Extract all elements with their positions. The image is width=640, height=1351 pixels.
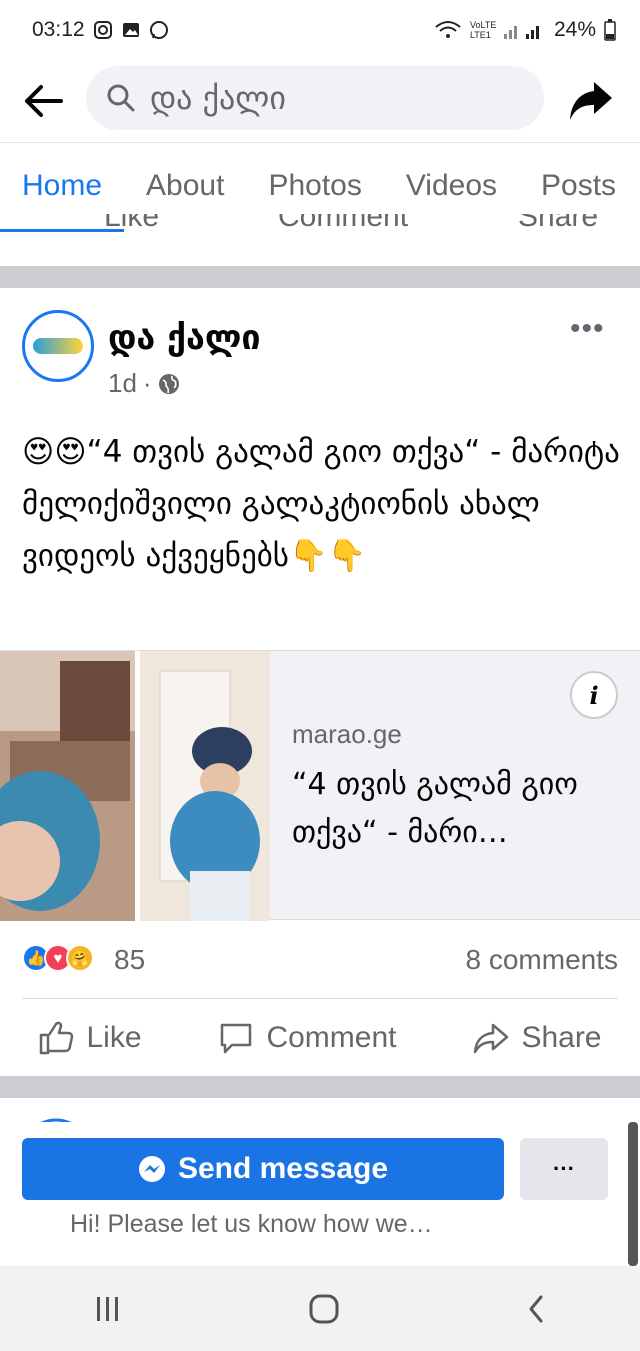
link-thumbnail xyxy=(0,651,270,921)
more-options-button[interactable]: ··· xyxy=(520,1138,608,1200)
feed-divider-2 xyxy=(0,1076,640,1098)
wifi-icon xyxy=(435,21,461,38)
status-time: 03:12 xyxy=(32,18,85,41)
network-label: VoLTE LTE1 xyxy=(469,20,497,40)
care-reaction-icon: 🤗 xyxy=(66,944,94,972)
comments-count[interactable]: 8 comments xyxy=(466,944,619,976)
system-nav-bar xyxy=(0,1266,640,1351)
post-text: 😍😍“4 თვის გალამ გიო თქვა“ - მარიტა მელიქ… xyxy=(22,434,620,574)
status-bar: 03:12 VoLTE LTE1 24% xyxy=(0,0,640,60)
share-button[interactable]: Share xyxy=(473,1021,602,1055)
previous-post-actions: Like Comment Share xyxy=(0,214,640,244)
share-arrow-icon xyxy=(474,1023,509,1054)
home-icon[interactable] xyxy=(308,1293,340,1325)
prev-share-label[interactable]: Share xyxy=(518,214,598,234)
info-icon[interactable]: i xyxy=(570,671,618,719)
post-time[interactable]: 1d xyxy=(108,368,137,399)
reactions-row: 👍 ♥ 🤗 85 8 comments xyxy=(0,920,640,998)
post-actions: Like Comment Share xyxy=(0,1000,640,1076)
back-button[interactable] xyxy=(20,78,66,124)
signal-icon xyxy=(503,26,539,39)
message-hint[interactable]: Hi! Please let us know how we… xyxy=(70,1210,433,1239)
like-label: Like xyxy=(86,1021,142,1054)
post-header: და ქალი 1d · ••• xyxy=(0,288,640,418)
whatsapp-icon xyxy=(149,21,168,39)
share-icon[interactable] xyxy=(566,76,616,126)
battery-percent: 24% xyxy=(553,18,596,41)
messenger-icon xyxy=(138,1156,165,1182)
prev-comment-label[interactable]: Comment xyxy=(278,214,408,234)
instagram-icon xyxy=(93,21,112,39)
comment-icon xyxy=(221,1023,252,1054)
share-label: Share xyxy=(521,1021,602,1054)
arrow-left-icon xyxy=(25,85,63,117)
gallery-icon xyxy=(122,23,139,37)
thumbs-up-icon xyxy=(40,1021,74,1055)
search-icon xyxy=(107,84,135,112)
send-message-label: Send message xyxy=(177,1152,389,1185)
page-name[interactable]: და ქალი xyxy=(108,318,261,358)
link-domain: marao.ge xyxy=(292,719,402,749)
post-meta: 1d · xyxy=(108,368,180,399)
search-query: და ქალი xyxy=(150,79,286,117)
link-title: “4 თვის გალამ გიო თქვა“ - მარი… xyxy=(292,767,578,850)
like-button[interactable]: Like xyxy=(38,1021,142,1055)
page-avatar[interactable] xyxy=(22,310,94,382)
message-bar: Send message ··· Hi! Please let us know … xyxy=(0,1122,640,1266)
send-message-button[interactable]: Send message xyxy=(22,1138,504,1200)
reactions-count[interactable]: 85 xyxy=(114,944,145,976)
reaction-icons[interactable]: 👍 ♥ 🤗 xyxy=(22,944,94,972)
globe-icon xyxy=(158,373,179,394)
post-more-button[interactable]: ••• xyxy=(570,312,605,346)
comment-label: Comment xyxy=(266,1021,397,1054)
feed-divider xyxy=(0,266,640,288)
search-header: და ქალი xyxy=(0,60,640,142)
battery-icon xyxy=(604,19,616,41)
meta-separator: · xyxy=(142,368,152,398)
actions-separator xyxy=(22,998,618,999)
back-nav-icon[interactable] xyxy=(525,1293,547,1325)
recent-apps-icon[interactable] xyxy=(93,1295,123,1323)
search-input[interactable]: და ქალი xyxy=(86,66,544,130)
prev-like-label[interactable]: Like xyxy=(104,214,159,234)
comment-button[interactable]: Comment xyxy=(218,1021,397,1055)
scrollbar[interactable] xyxy=(628,1122,638,1266)
link-preview[interactable]: i marao.ge “4 თვის გალამ გიო თქვა“ - მარ… xyxy=(0,650,640,921)
